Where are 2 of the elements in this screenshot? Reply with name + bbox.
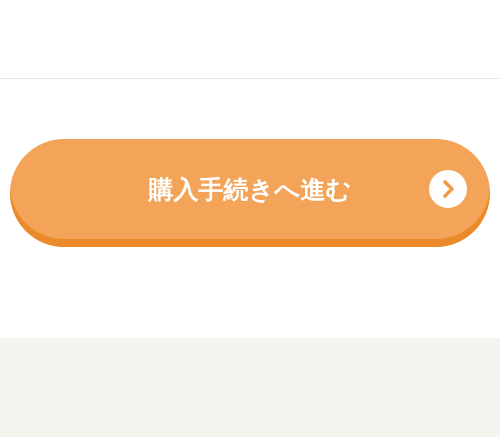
chevron-right-icon: [429, 170, 467, 208]
checkout-button[interactable]: 購入手続きへ進む: [10, 139, 490, 247]
